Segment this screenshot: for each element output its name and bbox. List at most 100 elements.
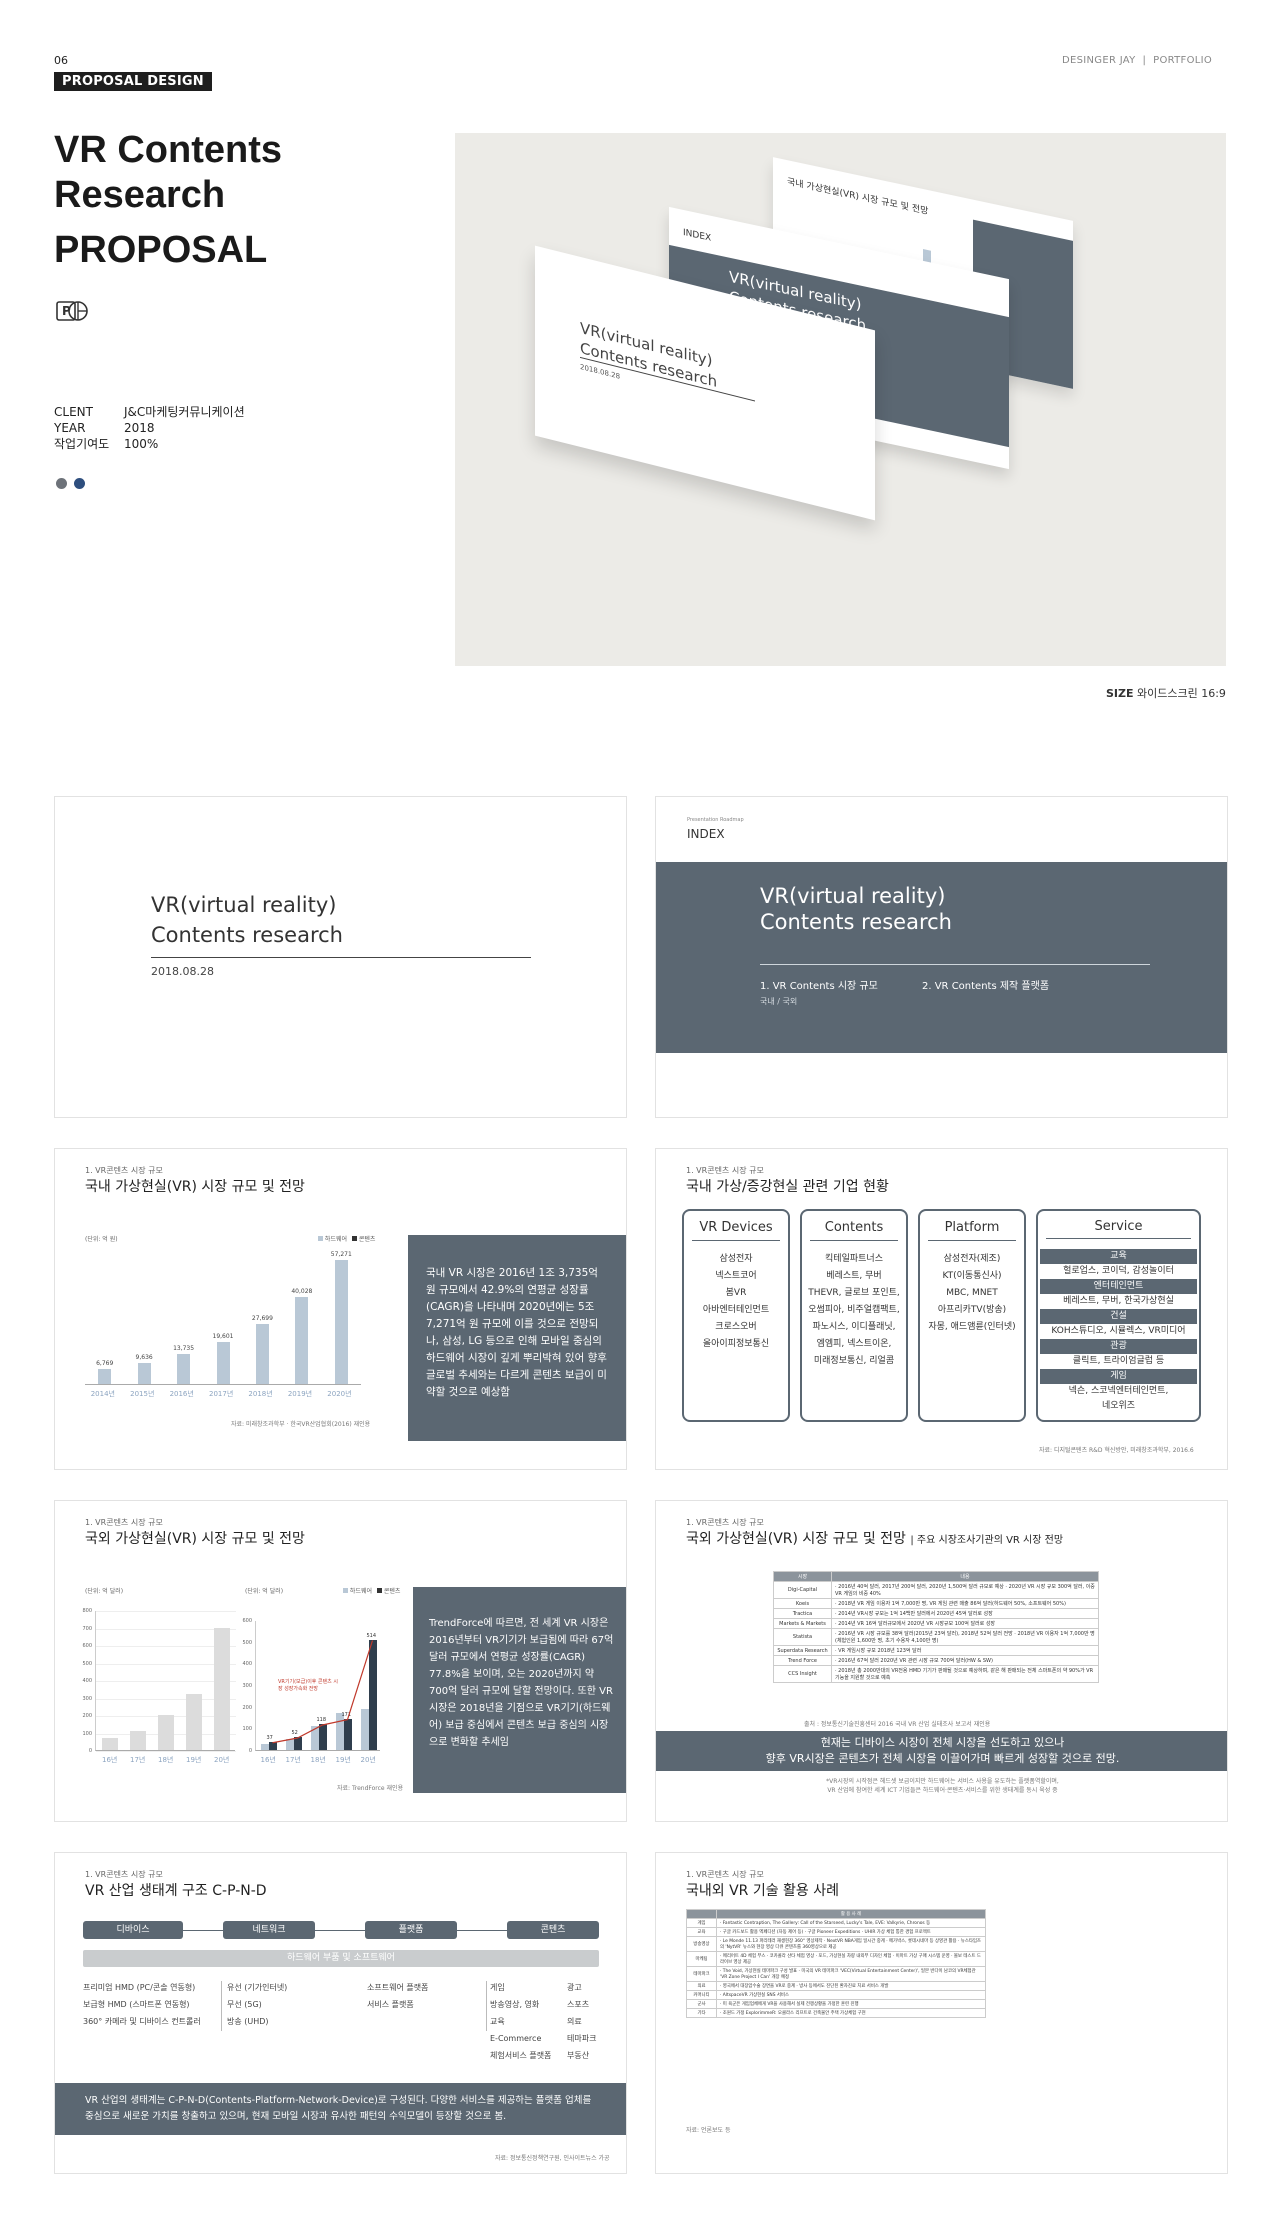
service-item: KOH스튜디오, 시뮬렉스, VR미디어 bbox=[1051, 1326, 1186, 1336]
table-cell: 군사 bbox=[686, 1999, 717, 2009]
x-tick-label: 20년 bbox=[214, 1756, 230, 1764]
section-label: 1. VR콘텐츠 시장 규모 bbox=[686, 1518, 764, 1527]
service-item: 네오위즈 bbox=[1101, 1401, 1136, 1411]
global-chart-left: 0 100 200 300 400 500 600 700 800 16년 17년 18년 19년 20년 bbox=[82, 1608, 236, 1764]
project-info: CLENT J&C마케팅커뮤니케이션 YEAR 2018 작업기여도 100% bbox=[54, 404, 245, 452]
info-value: J&C마케팅커뮤니케이션 bbox=[124, 405, 245, 419]
index-item-1: 1. VR Contents 시장 규모 bbox=[760, 981, 878, 992]
legend-swatch bbox=[351, 1236, 357, 1241]
table-header: 활 용 사 례 bbox=[686, 1909, 986, 1919]
category-badge: PROPOSAL DESIGN bbox=[54, 72, 212, 91]
chart-bar bbox=[102, 1738, 118, 1750]
chart-source: 자료: 미래창조과학부 · 한국VR산업협회(2016) 재인용 bbox=[231, 1421, 371, 1428]
slide-title: VR 산업 생태계 구조 C-P-N-D bbox=[85, 1883, 267, 1899]
table-cell: · 구글 카드보드 활용 엑페디션 (자동 제어 등) · 구글 Pioneer… bbox=[716, 1927, 986, 1937]
x-tick-label: 2019년 bbox=[287, 1390, 313, 1398]
cover-title-2: Contents research bbox=[151, 923, 343, 947]
info-value: 100% bbox=[124, 437, 159, 451]
table-cell: Markets & Markets bbox=[773, 1618, 832, 1629]
legend-swatch bbox=[376, 1588, 382, 1593]
table-row: 방송영상 · Le Monde 11.13 파리테러 재생현장 360° 영상제작… bbox=[686, 1936, 986, 1952]
list-item: 교육 bbox=[490, 2017, 505, 2026]
domestic-chart: 6,769 9,636 13,735 19,601 27,699 40,028 57,271 bbox=[85, 1249, 361, 1385]
slide-domestic-market: 1. VR콘텐츠 시장 규모 국내 가상현실(VR) 시장 규모 및 전망 (단… bbox=[54, 1148, 627, 1470]
x-tick-label: 17년 bbox=[130, 1756, 146, 1764]
legend-swatch bbox=[318, 1236, 323, 1241]
table-cell: Trend Force bbox=[773, 1655, 832, 1666]
table-cell: · 2016년 40억 달러, 2017년 200억 달러, 2020년 1,5… bbox=[831, 1581, 1099, 1599]
x-tick-label: 16년 bbox=[102, 1756, 118, 1764]
pill-contents: 콘텐츠 bbox=[507, 1921, 599, 1939]
chart-source: 자료: TrendForce 재인용 bbox=[337, 1785, 404, 1792]
table-cell: 게임 bbox=[686, 1918, 717, 1928]
x-tick-label: 20년 bbox=[360, 1756, 376, 1764]
pill-network: 네트워크 bbox=[223, 1921, 315, 1939]
list-item: 의료 bbox=[567, 2017, 582, 2026]
x-tick-label: 18년 bbox=[310, 1756, 326, 1764]
company-item: THEVR, 글로브 포인트, bbox=[808, 1288, 900, 1298]
page-number: 06 bbox=[54, 54, 68, 67]
table-row: 마케팅 · 메리어트 4D 체험 부스 · 코카콜라 산타 체험 영상 · 포드,… bbox=[686, 1951, 986, 1967]
section-label: 1. VR콘텐츠 시장 규모 bbox=[85, 1518, 163, 1527]
y-tick-label: 100 bbox=[242, 1726, 252, 1733]
list-item: 유선 (기가인터넷) bbox=[227, 1983, 288, 1992]
header-cell: 시장 bbox=[773, 1571, 832, 1582]
table-cell: 커머니티 bbox=[686, 1990, 717, 2000]
info-label: CLENT bbox=[54, 405, 93, 419]
table-cell: 방송영상 bbox=[686, 1936, 717, 1952]
bar-value-label: 27,699 bbox=[251, 1315, 273, 1322]
chart-x-labels: 2014년 2015년 2016년 2017년 2018년 2019년 2020년 bbox=[85, 1389, 361, 1399]
chart-annotation: VR기기(보급)이후 콘텐츠 시장 성장가속화 전망 bbox=[278, 1679, 338, 1692]
use-case-table: 활 용 사 례 게임 · Fantastic Contraption, The G… bbox=[686, 1909, 986, 2018]
table-cell: · 조원드 가정 ExplorimmeR: 오클라스 리프트로 건축물안 주택 … bbox=[716, 2008, 986, 2018]
contents-list-b: 광고 스포츠 의료 테마파크 부동산 bbox=[567, 1979, 596, 2064]
divider bbox=[486, 1981, 487, 2031]
chart-bar bbox=[177, 1354, 191, 1384]
service-group: 건설 bbox=[1040, 1309, 1197, 1324]
list-item: 보급형 HMD (스마트폰 연동형) bbox=[83, 2000, 190, 2009]
table-cell: · VR 게임시장 규모 2018년 123억 달러 bbox=[831, 1645, 1099, 1656]
y-tick-label: 0 bbox=[248, 1748, 252, 1754]
company-item: 올아이피정보통신 bbox=[702, 1339, 770, 1349]
index-band: VR(virtual reality) Contents research 1.… bbox=[656, 862, 1227, 1053]
x-tick-label: 2015년 bbox=[130, 1390, 155, 1398]
header-cell bbox=[686, 1909, 717, 1919]
bar-value-label: 57,271 bbox=[330, 1250, 352, 1258]
list-item: 방송영상, 영화 bbox=[490, 2000, 540, 2009]
designer-credit[interactable]: DESINGER JAY | PORTFOLIO bbox=[1062, 55, 1212, 66]
table-cell: · 2014년 VR시장 규모는 1억 14백만 달러에서 2020년 45억 … bbox=[831, 1608, 1099, 1619]
info-row: CLENT J&C마케팅커뮤니케이션 bbox=[54, 404, 245, 420]
list-item: 프리미엄 HMD (PC/콘솔 연동형) bbox=[83, 1983, 196, 1992]
table-cell: · AltspaceVR 가상현실 SNS 서비스 bbox=[716, 1990, 986, 2000]
x-tick-label: 2014년 bbox=[90, 1390, 115, 1398]
table-cell: · 2018년 VR 게임 이용자 1억 7,000만 명, VR 게임 관련 … bbox=[831, 1598, 1099, 1609]
slide-title-extra: | 주요 시장조사기관의 VR 시장 전망 bbox=[910, 1535, 1064, 1546]
table-cell: · 미 육군은 게임업체에게 VR을 사용해서 실제 전쟁상황을 가정한 훈련 … bbox=[716, 1999, 986, 2009]
chart-bar bbox=[186, 1694, 202, 1750]
info-row: 작업기여도 100% bbox=[54, 436, 245, 452]
company-item: 엠엠피, 넥스트이온, bbox=[816, 1339, 892, 1349]
highlight-line-2: 향후 VR시장은 콘텐츠가 전체 시장을 이끌어가며 빠르게 성장할 것으로 전… bbox=[765, 1752, 1120, 1765]
y-tick-label: 500 bbox=[242, 1639, 252, 1646]
table-cell: 의료 bbox=[686, 1981, 717, 1991]
y-tick-label: 400 bbox=[242, 1661, 252, 1668]
table-row: 테마파크 · The Void, 가상현실 테마파크 구성 발표 · 미국의 VR… bbox=[686, 1966, 986, 1982]
size-label: SIZE bbox=[1106, 687, 1134, 700]
y-tick-label: 700 bbox=[82, 1625, 92, 1632]
chart-legend: 하드웨어 콘텐츠 bbox=[318, 1234, 375, 1243]
index-title-2: Contents research bbox=[760, 910, 952, 934]
divider bbox=[221, 1981, 222, 2031]
company-item: 아바엔터테인먼트 bbox=[702, 1305, 770, 1315]
column-head: Platform bbox=[928, 1211, 1016, 1241]
pill-connector bbox=[183, 1930, 223, 1931]
service-group: 관광 bbox=[1040, 1339, 1197, 1354]
y-grid-line bbox=[96, 1611, 236, 1612]
device-list: 프리미엄 HMD (PC/콘솔 연동형) 보급형 HMD (스마트폰 연동형) … bbox=[83, 1979, 201, 2030]
icon-letter: P bbox=[62, 304, 71, 318]
table-row: 교육 · 구글 카드보드 활용 엑페디션 (자동 제어 등) · 구글 Pione… bbox=[686, 1927, 986, 1937]
table-row: Trend Force · 2016년 67억 달러 2020년 VR 관련 시장… bbox=[773, 1655, 1099, 1666]
x-tick-label: 2020년 bbox=[327, 1390, 352, 1398]
title-line: Research bbox=[54, 174, 226, 216]
service-item: 클릭트, 트라이엄글럽 등 bbox=[1072, 1356, 1165, 1366]
size-note: SIZE 와이드스크린 16:9 bbox=[1106, 685, 1226, 701]
